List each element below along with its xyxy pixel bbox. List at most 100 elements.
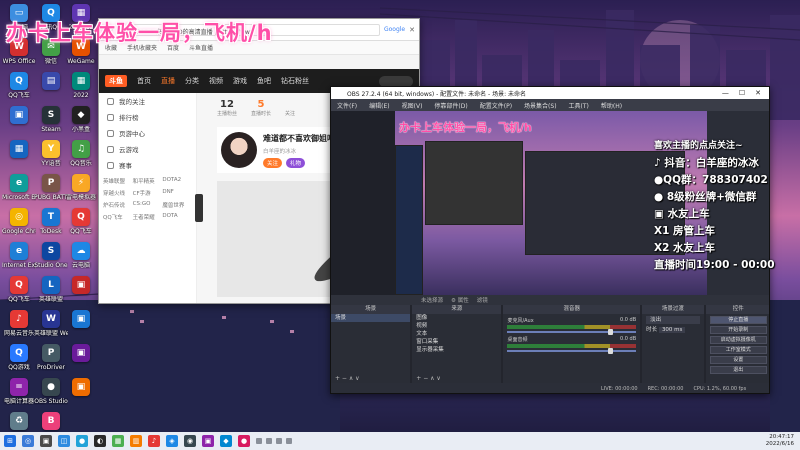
app-icon: ♻ <box>10 412 28 430</box>
control-button[interactable]: 退出 <box>709 366 767 374</box>
control-button[interactable]: 停止直播 <box>709 316 767 324</box>
menu-item[interactable]: 配置文件(P) <box>480 101 512 110</box>
menu-item[interactable]: 编辑(E) <box>369 101 389 110</box>
search-input[interactable] <box>379 75 413 87</box>
menu-item[interactable]: 文件(F) <box>337 101 357 110</box>
control-button[interactable]: 工作室模式 <box>709 346 767 354</box>
overlay-line: ▣ 水友上车 <box>654 208 710 220</box>
taskbar-app-icon[interactable]: ▣ <box>40 435 52 447</box>
scenes-footer[interactable]: + − ∧ ∨ <box>331 375 410 383</box>
source-item[interactable]: 显示器采集 <box>412 346 501 354</box>
sidebar-item-cloudgame[interactable]: 云游戏 <box>99 141 196 157</box>
taskbar-app-icon[interactable]: ▦ <box>112 435 124 447</box>
desktop-icon-label: YY语音 <box>41 160 61 167</box>
nav-category[interactable]: 分类 <box>185 76 199 86</box>
taskbar-app-icon[interactable]: ● <box>76 435 88 447</box>
app-icon: e <box>10 174 28 192</box>
menu-item[interactable]: 帮助(H) <box>601 101 622 110</box>
desktop-icon-label: QQ飞车 <box>70 228 92 235</box>
nav-video[interactable]: 视频 <box>209 76 223 86</box>
nav-fishbar[interactable]: 鱼吧 <box>257 76 271 86</box>
source-item[interactable]: 视频 <box>412 322 501 330</box>
sources-footer[interactable]: + − ∧ ∨ <box>412 375 501 383</box>
source-item[interactable]: 文本 <box>412 330 501 338</box>
sidebar-item-follow[interactable]: 我的关注 <box>99 93 196 109</box>
gift-button[interactable]: 礼物 <box>286 157 306 168</box>
sources-header: 来源 <box>412 305 502 314</box>
taskbar-app-icon[interactable]: ♪ <box>148 435 160 447</box>
obs-title-text: OBS 27.2.4 (64 bit, windows) - 配置文件: 未命名… <box>347 90 527 98</box>
properties-button[interactable]: ⚙ 属性 <box>451 296 469 304</box>
close-icon[interactable]: ✕ <box>409 26 415 34</box>
mixer-channel-mic[interactable]: 麦克风/Aux 0.0 dB <box>507 317 637 335</box>
scene-item[interactable]: 场景 <box>331 314 411 322</box>
control-button[interactable]: 设置 <box>709 356 767 364</box>
transition-type[interactable]: 淡出 <box>646 316 700 324</box>
sidebar-item-events[interactable]: 赛事 <box>99 157 196 173</box>
preview-desktop-icons <box>395 145 423 295</box>
nav-live[interactable]: 直播 <box>161 76 175 86</box>
volume-slider[interactable] <box>507 348 637 354</box>
gamepad-icon <box>107 129 114 137</box>
avatar[interactable] <box>221 132 257 168</box>
category-item[interactable]: DNF <box>162 189 192 197</box>
taskbar-app-icon[interactable]: ▥ <box>130 435 142 447</box>
app-icon: P <box>42 174 60 192</box>
maximize-icon[interactable]: ☐ <box>739 89 745 97</box>
sidebar-item-webgame[interactable]: 页游中心 <box>99 125 196 141</box>
taskbar-clock[interactable]: 20:47:17 2022/6/16 <box>766 434 794 448</box>
taskbar-app-icon[interactable]: ◆ <box>220 435 232 447</box>
app-icon: ▣ <box>72 344 90 362</box>
taskbar-app-icon[interactable]: ⊞ <box>4 435 16 447</box>
taskbar-app-icon[interactable]: ▣ <box>202 435 214 447</box>
search-engine-tab[interactable]: Google <box>384 26 405 33</box>
control-button[interactable]: 启动虚拟摄像机 <box>709 336 767 344</box>
category-item[interactable]: CF手游 <box>133 189 163 197</box>
follow-button[interactable]: 关注 <box>263 157 283 168</box>
nav-diamond[interactable]: 钻石粉丝 <box>281 76 309 86</box>
category-item[interactable]: CS:GO <box>133 201 163 209</box>
heart-icon <box>107 97 114 105</box>
menu-item[interactable]: 停靠部件(D) <box>434 101 467 110</box>
desktop-icon-label: Google Chrome <box>2 228 36 235</box>
category-item[interactable]: 王者荣耀 <box>133 213 163 221</box>
source-item[interactable]: 窗口采集 <box>412 338 501 346</box>
volume-slider[interactable] <box>507 329 637 335</box>
taskbar-app-icon[interactable]: ◉ <box>184 435 196 447</box>
system-tray[interactable] <box>256 438 292 444</box>
app-icon: ● <box>42 378 60 396</box>
category-item[interactable]: QQ飞车 <box>103 213 133 221</box>
douyu-logo[interactable]: 斗鱼 <box>105 75 127 87</box>
category-item[interactable]: DOTA2 <box>162 177 192 185</box>
nav-home[interactable]: 首页 <box>137 76 151 86</box>
menu-item[interactable]: 工具(T) <box>569 101 589 110</box>
desktop-icon[interactable]: ▣ <box>64 378 98 418</box>
category-item[interactable]: 和平精英 <box>133 177 163 185</box>
menu-item[interactable]: 视图(V) <box>402 101 423 110</box>
category-item[interactable]: 英雄联盟 <box>103 177 133 185</box>
category-item[interactable]: 穿越火线 <box>103 189 133 197</box>
duration-input[interactable]: 300 ms <box>658 327 686 333</box>
taskbar-app-icon[interactable]: ● <box>238 435 250 447</box>
nav-games[interactable]: 游戏 <box>233 76 247 86</box>
taskbar-app-icon[interactable]: ◐ <box>94 435 106 447</box>
sidebar-collapse-button[interactable] <box>195 194 203 222</box>
no-source-label: 未选择源 <box>421 298 444 304</box>
taskbar-app-icon[interactable]: ◈ <box>166 435 178 447</box>
menu-item[interactable]: 场景集合(S) <box>524 101 557 110</box>
category-item[interactable]: 炉石传说 <box>103 201 133 209</box>
category-item[interactable]: 魔兽世界 <box>162 201 192 209</box>
category-item[interactable]: DOTA <box>162 213 192 221</box>
close-icon[interactable]: ✕ <box>755 89 761 97</box>
mixer-channel-desktop[interactable]: 桌面音频 0.0 dB <box>507 336 637 354</box>
preview-letterbox <box>331 111 395 295</box>
taskbar-app-icon[interactable]: ◎ <box>22 435 34 447</box>
filters-button[interactable]: 滤镜 <box>477 296 488 304</box>
sidebar-item-rank[interactable]: 排行榜 <box>99 109 196 125</box>
source-item[interactable]: 图像 <box>412 314 501 322</box>
taskbar-app-icon[interactable]: ◫ <box>58 435 70 447</box>
minimize-icon[interactable]: — <box>722 89 729 97</box>
mixer-header: 混音器 <box>503 305 641 314</box>
control-button[interactable]: 开始录制 <box>709 326 767 334</box>
obs-menubar: 文件(F) 编辑(E) 视图(V) 停靠部件(D) 配置文件(P) 场景集合(S) 工具(T… <box>331 99 769 111</box>
